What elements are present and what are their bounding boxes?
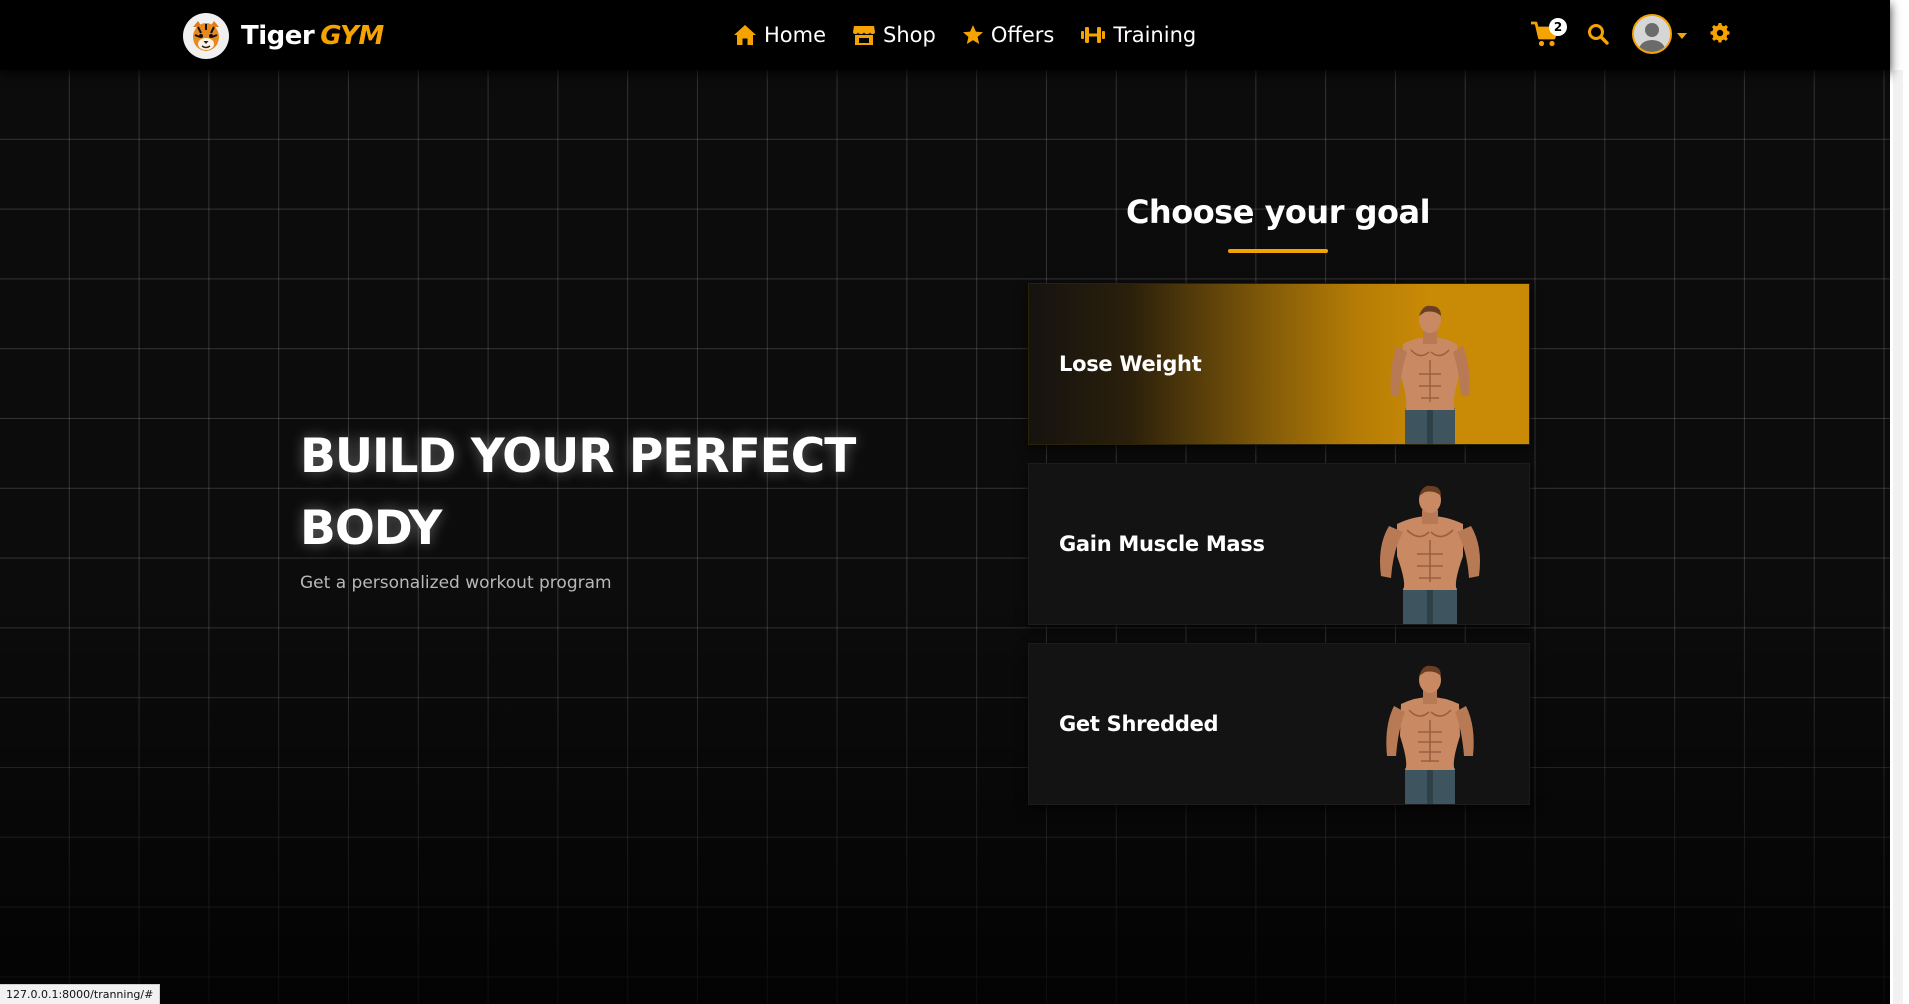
search-icon [1587,24,1609,49]
dumbbell-icon [1080,25,1106,45]
nav-offers[interactable]: Offers [962,18,1055,52]
nav-home-label: Home [764,23,827,47]
goal-card-label: Get Shredded [1059,712,1219,736]
goal-card-get-shredded[interactable]: Get Shredded [1028,643,1530,805]
home-icon [733,24,757,46]
hero-title-line1: BUILD YOUR PERFECT [300,429,856,484]
brand-name-text: Tiger [241,21,315,51]
page: Tiger GYM Home Shop Offers Training 2 BU… [0,0,1909,1004]
scrollbar[interactable] [1890,0,1909,1004]
brand-name: Tiger GYM [241,21,384,51]
athlete-image [1390,305,1470,444]
nav-training-label: Training [1113,23,1197,47]
goal-card-lose-weight[interactable]: Lose Weight [1028,283,1530,445]
hero-section: BUILD YOUR PERFECT BODY Get a personaliz… [300,421,920,593]
athlete-image [1380,485,1480,624]
goal-card-label: Lose Weight [1059,352,1202,376]
main-nav: Home Shop Offers Training [733,18,1196,52]
brand-accent-text: GYM [320,21,384,51]
tiger-head-icon [183,13,229,59]
cart-button[interactable]: 2 [1530,18,1567,52]
status-bar-url: 127.0.0.1:8000/tranning/# [0,984,161,1004]
settings-button[interactable] [1710,23,1732,45]
nav-offers-label: Offers [990,23,1055,47]
star-icon [962,24,984,46]
hero-title-line2: BODY [300,501,442,556]
hero-title: BUILD YOUR PERFECT BODY [300,421,920,565]
nav-home[interactable]: Home [733,18,826,52]
gear-icon [1710,23,1730,47]
nav-shop-label: Shop [883,23,936,47]
brand-link[interactable]: Tiger GYM [183,13,384,59]
nav-shop[interactable]: Shop [852,18,936,52]
athlete-image [1386,665,1474,804]
store-icon [852,24,876,46]
goals-heading: Choose your goal [1125,193,1431,231]
nav-training[interactable]: Training [1080,18,1196,52]
goal-card-gain-muscle[interactable]: Gain Muscle Mass [1028,463,1530,625]
cart-count-badge: 2 [1549,18,1567,36]
search-button[interactable] [1587,23,1611,47]
hero-subtitle: Get a personalized workout program [300,573,612,593]
goal-card-label: Gain Muscle Mass [1059,532,1265,556]
goals-heading-underline [1228,249,1328,253]
user-menu-toggle[interactable] [1632,14,1688,54]
chevron-down-icon [1676,25,1688,44]
grid-background [0,70,1890,1004]
user-avatar-icon [1632,14,1672,54]
top-navbar: Tiger GYM Home Shop Offers Training 2 [0,0,1890,70]
